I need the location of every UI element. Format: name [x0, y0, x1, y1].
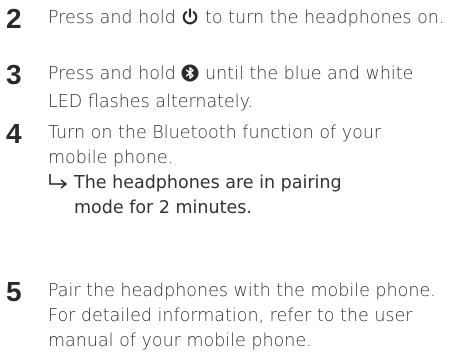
step-number: 5 — [6, 276, 22, 307]
result-arrow-icon — [48, 171, 70, 196]
step-number: 4 — [6, 118, 22, 149]
step-number: 2 — [6, 3, 22, 34]
step-text: Press and hold until the blue and white … — [48, 62, 446, 115]
step-text-before: Press and hold — [48, 64, 176, 84]
result-text: The headphones are in pairing mode for 2… — [74, 173, 342, 218]
step-text: Turn on the Bluetooth function of your m… — [48, 123, 382, 168]
step-text-after: to turn the headphones on. — [205, 8, 445, 28]
step-text: Pair the headphones with the mobile phon… — [48, 281, 436, 351]
step-number: 3 — [6, 59, 22, 90]
step-text: Press and hold to turn the headphones on… — [48, 6, 446, 34]
power-icon — [181, 8, 199, 34]
step-text-before: Press and hold — [48, 8, 176, 28]
bluetooth-button-icon — [181, 64, 199, 90]
